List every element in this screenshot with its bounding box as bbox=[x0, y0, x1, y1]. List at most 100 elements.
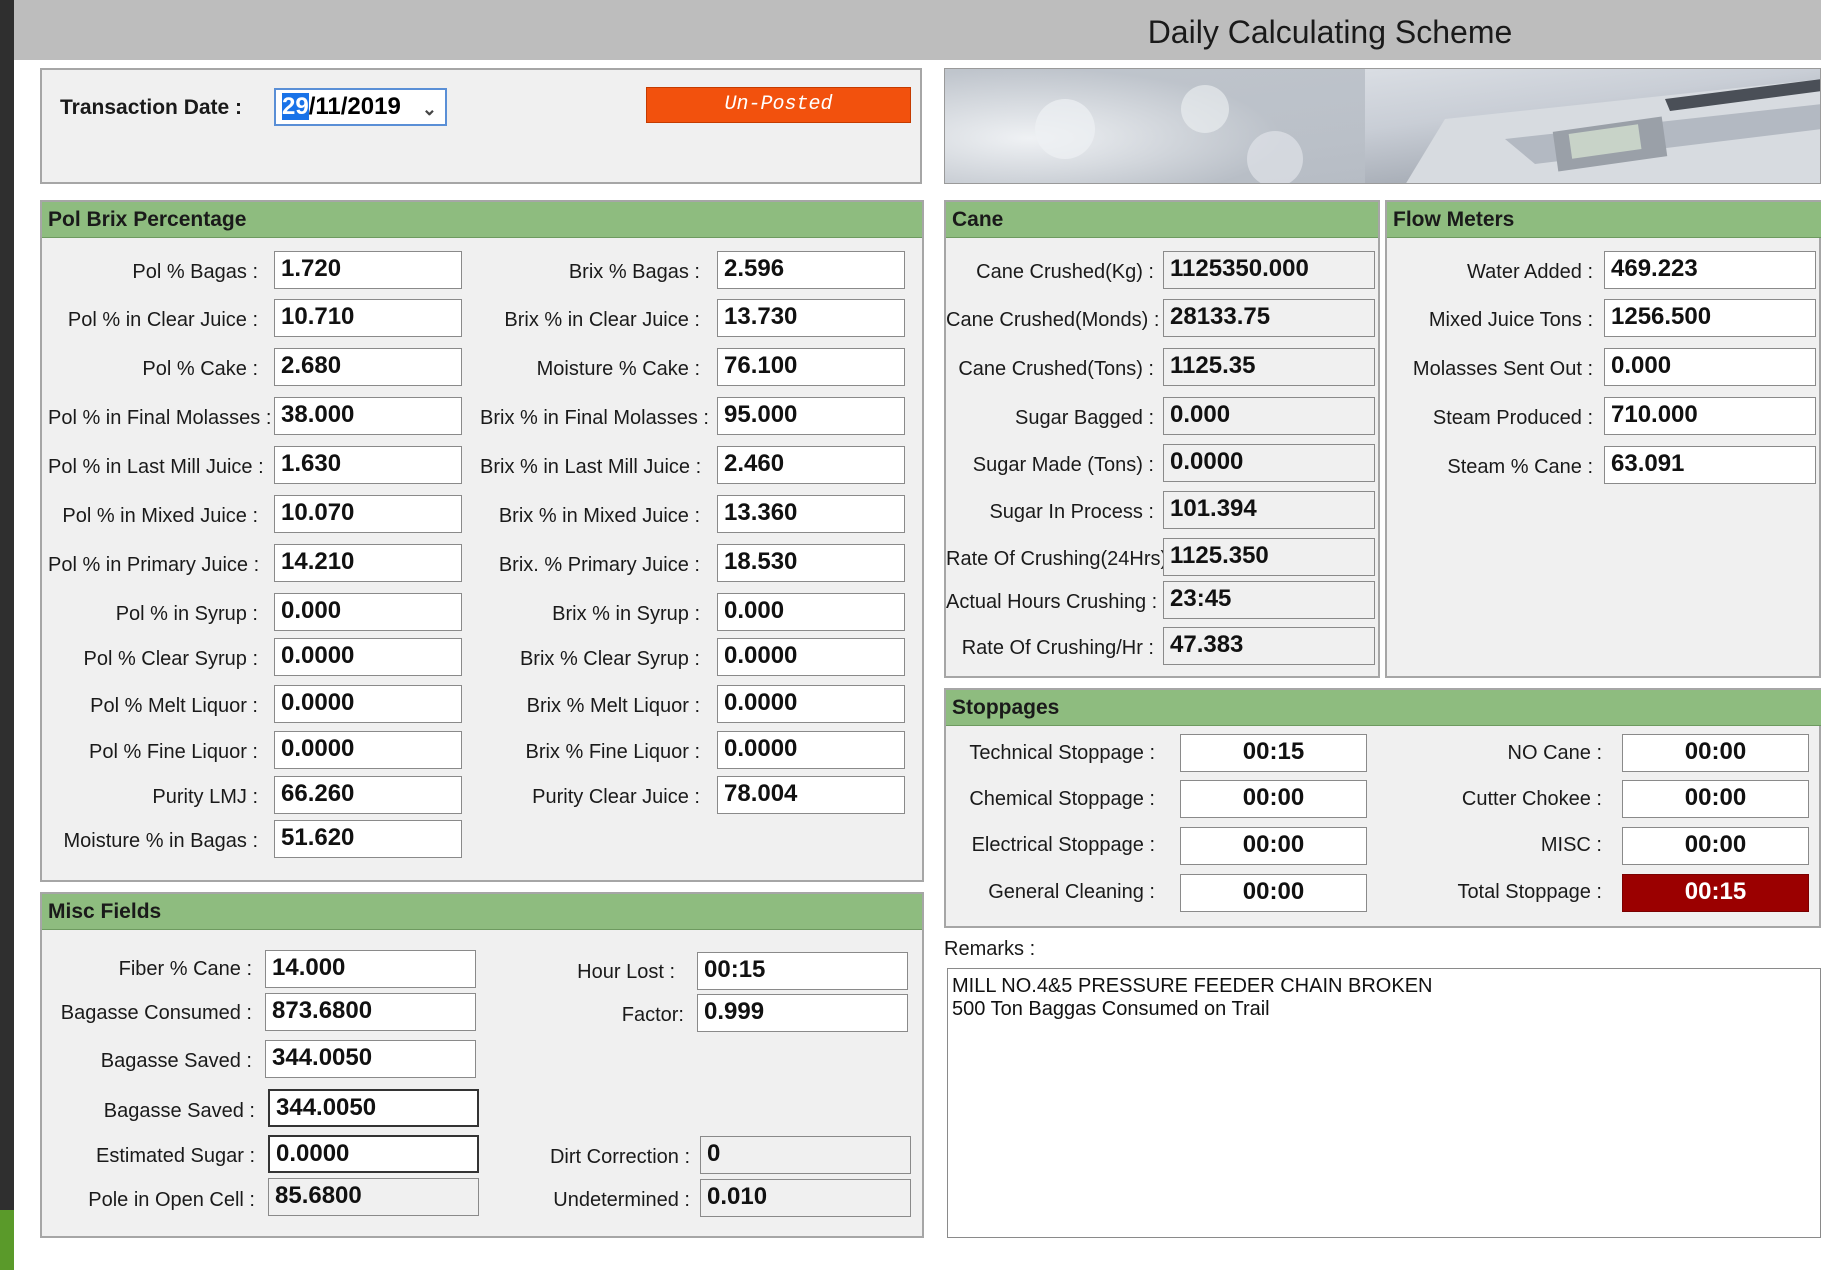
bagasse-saved-2-field[interactable]: 344.0050 bbox=[268, 1089, 479, 1127]
general-cleaning-field[interactable]: 00:00 bbox=[1180, 874, 1367, 912]
pol-brix-right-label: Brix % in Syrup : bbox=[552, 603, 700, 625]
flow-row-field[interactable]: 0.000 bbox=[1604, 348, 1816, 386]
pol-brix-right-field[interactable]: 13.360 bbox=[717, 495, 905, 533]
pol-brix-left-label: Pol % in Primary Juice : bbox=[48, 554, 260, 576]
cane-row-field[interactable]: 0.0000 bbox=[1163, 444, 1375, 482]
technical-stoppage-label: Technical Stoppage : bbox=[969, 742, 1155, 764]
cane-row-field[interactable]: 1125.350 bbox=[1163, 538, 1375, 576]
remarks-line-1: MILL NO.4&5 PRESSURE FEEDER CHAIN BROKEN bbox=[952, 975, 1433, 997]
hour-lost-field[interactable]: 00:15 bbox=[697, 952, 908, 990]
pol-brix-right-field[interactable]: 13.730 bbox=[717, 299, 905, 337]
remarks-line-2: 500 Ton Baggas Consumed on Trail bbox=[952, 998, 1270, 1020]
undetermined-field[interactable]: 0.010 bbox=[700, 1179, 911, 1217]
date-selected-part: 29 bbox=[282, 93, 309, 120]
window-left-accent bbox=[0, 1210, 14, 1270]
pol-brix-left-label: Pol % in Last Mill Juice : bbox=[48, 456, 264, 478]
hour-lost-label: Hour Lost : bbox=[577, 961, 675, 983]
pol-brix-right-field[interactable]: 0.0000 bbox=[717, 638, 905, 676]
pol-brix-left-field[interactable]: 10.070 bbox=[274, 495, 462, 533]
pol-brix-left-label: Pol % Melt Liquor : bbox=[90, 695, 258, 717]
cane-row-field[interactable]: 1125350.000 bbox=[1163, 251, 1375, 289]
pol-brix-left-field[interactable]: 66.260 bbox=[274, 776, 462, 814]
pol-brix-right-field[interactable]: 2.596 bbox=[717, 251, 905, 289]
pol-brix-left-label: Pol % in Clear Juice : bbox=[67, 309, 258, 331]
total-stoppage-field[interactable]: 00:15 bbox=[1622, 874, 1809, 912]
pol-brix-left-label: Pol % Bagas : bbox=[132, 261, 258, 283]
flow-row-field[interactable]: 469.223 bbox=[1604, 251, 1816, 289]
flow-row-label: Molasses Sent Out : bbox=[1412, 358, 1593, 380]
window-left-edge bbox=[0, 0, 14, 1270]
pol-brix-left-field[interactable]: 38.000 bbox=[274, 397, 462, 435]
pol-brix-left-field[interactable]: 0.0000 bbox=[274, 638, 462, 676]
pol-brix-left-field[interactable]: 14.210 bbox=[274, 544, 462, 582]
pol-brix-left-field[interactable]: 0.0000 bbox=[274, 685, 462, 723]
pol-brix-right-field[interactable]: 78.004 bbox=[717, 776, 905, 814]
transaction-panel bbox=[40, 68, 922, 184]
flow-row-label: Mixed Juice Tons : bbox=[1428, 309, 1593, 331]
bagasse-consumed-field[interactable]: 873.6800 bbox=[265, 993, 476, 1031]
pol-brix-right-label: Brix % Bagas : bbox=[568, 261, 700, 283]
cane-row-field[interactable]: 1125.35 bbox=[1163, 348, 1375, 386]
cane-row-label: Cane Crushed(Monds) : bbox=[946, 309, 1160, 331]
pol-brix-right-field[interactable]: 2.460 bbox=[717, 446, 905, 484]
pol-brix-left-label: Pol % in Final Molasses : bbox=[48, 407, 272, 429]
pol-brix-left-field[interactable]: 1.720 bbox=[274, 251, 462, 289]
cane-row-label: Rate Of Crushing(24Hrs) : bbox=[946, 548, 1179, 570]
pol-brix-left-label: Purity LMJ : bbox=[152, 786, 258, 808]
pol-brix-right-label: Moisture % Cake : bbox=[536, 358, 700, 380]
cane-row-field[interactable]: 0.000 bbox=[1163, 397, 1375, 435]
pol-brix-right-field[interactable]: 76.100 bbox=[717, 348, 905, 386]
misc-stoppage-field[interactable]: 00:00 bbox=[1622, 827, 1809, 865]
electrical-stoppage-field[interactable]: 00:00 bbox=[1180, 827, 1367, 865]
fiber-cane-label: Fiber % Cane : bbox=[118, 958, 252, 980]
factor-label: Factor: bbox=[621, 1004, 684, 1026]
factor-field[interactable]: 0.999 bbox=[697, 994, 908, 1032]
pol-brix-right-label: Brix % in Mixed Juice : bbox=[498, 505, 700, 527]
pol-brix-left-label: Pol % in Mixed Juice : bbox=[62, 505, 258, 527]
no-cane-field[interactable]: 00:00 bbox=[1622, 734, 1809, 772]
pol-brix-right-field[interactable]: 18.530 bbox=[717, 544, 905, 582]
cane-row-field[interactable]: 23:45 bbox=[1163, 581, 1375, 619]
cane-row-field[interactable]: 101.394 bbox=[1163, 491, 1375, 529]
pol-brix-right-label: Brix % Fine Liquor : bbox=[525, 741, 700, 763]
remarks-textarea[interactable]: MILL NO.4&5 PRESSURE FEEDER CHAIN BROKEN… bbox=[947, 968, 1821, 1238]
page-title: Daily Calculating Scheme bbox=[1147, 14, 1513, 50]
chemical-stoppage-field[interactable]: 00:00 bbox=[1180, 780, 1367, 818]
status-badge: Un-Posted bbox=[646, 87, 911, 123]
estimated-sugar-field[interactable]: 0.0000 bbox=[268, 1135, 479, 1173]
flow-row-field[interactable]: 63.091 bbox=[1604, 446, 1816, 484]
flow-row-label: Steam Produced : bbox=[1432, 407, 1593, 429]
transaction-date-picker[interactable]: 29/11/2019 ⌄ bbox=[274, 88, 447, 126]
pol-brix-left-label: Pol % Fine Liquor : bbox=[89, 741, 258, 763]
pol-brix-right-label: Brix % in Final Molasses : bbox=[480, 407, 709, 429]
pol-brix-left-field[interactable]: 0.0000 bbox=[274, 731, 462, 769]
pol-brix-right-field[interactable]: 0.0000 bbox=[717, 731, 905, 769]
pole-open-cell-field[interactable]: 85.6800 bbox=[268, 1178, 479, 1216]
fiber-cane-field[interactable]: 14.000 bbox=[265, 950, 476, 988]
pol-brix-left-field[interactable]: 1.630 bbox=[274, 446, 462, 484]
chevron-down-icon[interactable]: ⌄ bbox=[422, 94, 437, 124]
pol-brix-right-label: Purity Clear Juice : bbox=[532, 786, 700, 808]
pol-brix-left-field[interactable]: 10.710 bbox=[274, 299, 462, 337]
pol-brix-left-label: Pol % in Syrup : bbox=[115, 603, 258, 625]
cutter-chokee-field[interactable]: 00:00 bbox=[1622, 780, 1809, 818]
flow-row-field[interactable]: 1256.500 bbox=[1604, 299, 1816, 337]
cane-header: Cane bbox=[946, 202, 1378, 238]
pol-brix-left-field[interactable]: 51.620 bbox=[274, 820, 462, 858]
cane-row-field[interactable]: 28133.75 bbox=[1163, 299, 1375, 337]
estimated-sugar-label: Estimated Sugar : bbox=[96, 1145, 255, 1167]
pol-brix-right-field[interactable]: 0.0000 bbox=[717, 685, 905, 723]
bagasse-saved-field[interactable]: 344.0050 bbox=[265, 1040, 476, 1078]
flow-row-field[interactable]: 710.000 bbox=[1604, 397, 1816, 435]
pol-brix-left-field[interactable]: 2.680 bbox=[274, 348, 462, 386]
cane-row-field[interactable]: 47.383 bbox=[1163, 627, 1375, 665]
technical-stoppage-field[interactable]: 00:15 bbox=[1180, 734, 1367, 772]
cane-row-label: Actual Hours Crushing : bbox=[946, 591, 1158, 613]
pol-brix-left-label: Pol % Cake : bbox=[142, 358, 258, 380]
date-rest-part: /11/2019 bbox=[308, 93, 401, 120]
pol-brix-right-field[interactable]: 95.000 bbox=[717, 397, 905, 435]
pol-brix-left-field[interactable]: 0.000 bbox=[274, 593, 462, 631]
cane-row-label: Cane Crushed(Kg) : bbox=[976, 261, 1154, 283]
dirt-correction-field[interactable]: 0 bbox=[700, 1136, 911, 1174]
pol-brix-right-field[interactable]: 0.000 bbox=[717, 593, 905, 631]
